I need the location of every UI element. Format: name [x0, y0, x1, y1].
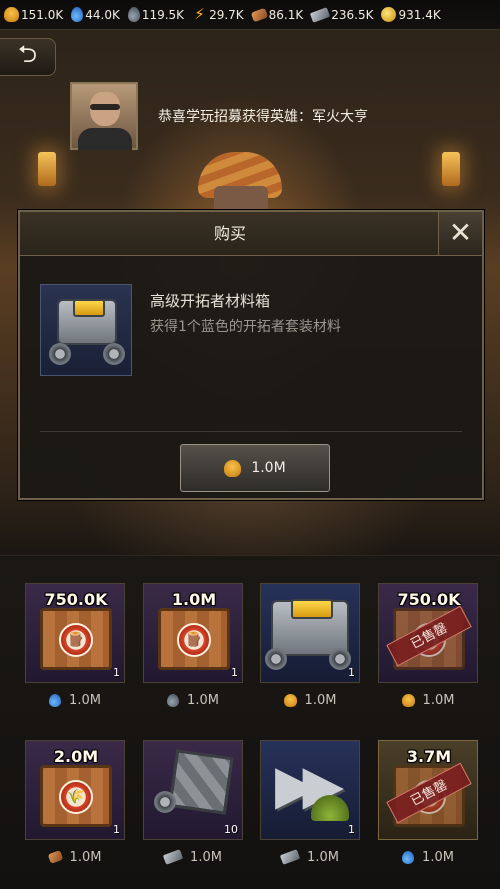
- steel-icon: [279, 849, 301, 865]
- item-art: 🪵 750.0K 已售罄: [378, 583, 478, 683]
- resource-value: 931.4K: [398, 7, 441, 22]
- item-amount: 750.0K: [44, 590, 108, 609]
- water-drop-icon: [402, 850, 415, 864]
- steel-crate-icon: [168, 749, 234, 815]
- item-quantity: 1: [348, 666, 355, 679]
- wood-icon: [47, 850, 63, 864]
- item-amount: 750.0K: [397, 590, 461, 609]
- item-amount: 1.0M: [171, 590, 217, 609]
- item-price: 1.0M: [143, 844, 243, 870]
- item-amount: 3.7M: [406, 747, 452, 766]
- resource-value: 119.5K: [141, 7, 185, 22]
- shop-item[interactable]: ⚡ 3.7M 已售罄 1.0M: [378, 740, 478, 882]
- price-value: 1.0M: [422, 849, 454, 865]
- water-drop-icon: [71, 7, 84, 22]
- item-quantity: 1: [231, 666, 238, 679]
- item-art: 🪵 750.0K 1: [25, 583, 125, 683]
- wheat-icon: [4, 7, 19, 22]
- resource-value: 151.0K: [21, 7, 64, 22]
- electricity-icon: ⚡: [194, 5, 205, 23]
- shop-item[interactable]: 🌾 2.0M 1 1.0M: [25, 740, 125, 882]
- item-quantity: 1: [113, 666, 120, 679]
- shop-item[interactable]: ▶▶ 1 1.0M: [260, 740, 360, 882]
- item-price: 1.0M: [378, 687, 478, 713]
- item-quantity: 1: [113, 823, 120, 836]
- water-drop-icon: [49, 693, 62, 707]
- price-value: 1.0M: [69, 849, 102, 865]
- shop-item[interactable]: 🪵 750.0K 已售罄 1.0M: [378, 583, 478, 725]
- oil-drop-icon: [127, 7, 140, 22]
- close-button[interactable]: ✕: [438, 212, 482, 256]
- item-price: 1.0M: [260, 844, 360, 870]
- buy-price: 1.0M: [251, 460, 286, 476]
- item-quantity: 10: [224, 823, 238, 836]
- price-value: 1.0M: [187, 692, 219, 708]
- item-price: 1.0M: [143, 687, 243, 713]
- helmet-icon: [311, 795, 349, 821]
- purchase-dialog: 购买 ✕ 高级开拓者材料箱 获得1个蓝色的开拓者套装材料 1.0M: [18, 210, 484, 500]
- back-arrow-icon: ⮌: [17, 39, 38, 68]
- resource-steel[interactable]: 236.5K: [310, 6, 374, 23]
- resource-wood[interactable]: 86.1K: [250, 7, 304, 22]
- item-price: 1.0M: [25, 687, 125, 713]
- price-value: 1.0M: [190, 849, 222, 865]
- close-icon: ✕: [448, 216, 473, 249]
- hero-avatar[interactable]: [70, 82, 138, 150]
- shop-item[interactable]: 🪵 1.0M 1 1.0M: [143, 583, 243, 725]
- item-art: 10: [143, 740, 243, 840]
- wheat-icon: [283, 693, 297, 707]
- buy-button[interactable]: 1.0M: [180, 444, 330, 492]
- item-art: 1: [260, 583, 360, 683]
- wheat-icon: [224, 459, 242, 477]
- lamp-right: [442, 152, 460, 186]
- pioneer-crate-icon: [40, 284, 132, 376]
- price-value: 1.0M: [69, 692, 101, 708]
- resource-bar: 151.0K 44.0K 119.5K ⚡ 29.7K 86.1K 236.5K …: [0, 0, 500, 30]
- resource-electricity[interactable]: ⚡ 29.7K: [192, 5, 244, 23]
- resource-gold[interactable]: 931.4K: [381, 7, 441, 22]
- item-art: 🌾 2.0M 1: [25, 740, 125, 840]
- wood-icon: [250, 7, 268, 22]
- item-art: ⚡ 3.7M 已售罄: [378, 740, 478, 840]
- divider: [40, 431, 462, 432]
- shop-item[interactable]: 10 1.0M: [143, 740, 243, 882]
- dialog-title: 购买: [20, 212, 440, 256]
- resource-wheat[interactable]: 151.0K: [4, 7, 63, 22]
- back-button[interactable]: ⮌: [0, 38, 56, 76]
- price-value: 1.0M: [307, 849, 339, 865]
- price-value: 1.0M: [304, 692, 337, 708]
- item-art: 🪵 1.0M 1: [143, 583, 243, 683]
- item-art: ▶▶ 1: [260, 740, 360, 840]
- price-value: 1.0M: [422, 692, 455, 708]
- item-amount: 2.0M: [53, 747, 99, 766]
- resource-value: 44.0K: [85, 7, 120, 22]
- resource-oil[interactable]: 119.5K: [127, 7, 185, 22]
- shop-item[interactable]: 🪵 750.0K 1 1.0M: [25, 583, 125, 725]
- steel-icon: [310, 6, 331, 23]
- resource-value: 29.7K: [209, 7, 244, 22]
- resource-value: 86.1K: [268, 7, 304, 22]
- item-price: 1.0M: [260, 687, 360, 713]
- gold-coin-icon: [381, 7, 397, 22]
- item-title: 高级开拓者材料箱: [150, 292, 271, 310]
- wheat-icon: [401, 693, 415, 707]
- item-description: 获得1个蓝色的开拓者套装材料: [150, 319, 341, 335]
- item-quantity: 1: [348, 823, 355, 836]
- item-price: 1.0M: [25, 844, 125, 870]
- notice-text: 恭喜学玩招募获得英雄：军火大亨: [158, 109, 368, 125]
- shop-item[interactable]: 1 1.0M: [260, 583, 360, 725]
- oil-drop-icon: [167, 693, 180, 707]
- resource-value: 236.5K: [331, 7, 374, 22]
- item-price: 1.0M: [378, 844, 478, 870]
- resource-water[interactable]: 44.0K: [71, 7, 120, 22]
- recruit-notice: 恭喜学玩招募获得英雄：军火大亨: [70, 82, 490, 152]
- steel-icon: [162, 849, 184, 865]
- lamp-left: [38, 152, 56, 186]
